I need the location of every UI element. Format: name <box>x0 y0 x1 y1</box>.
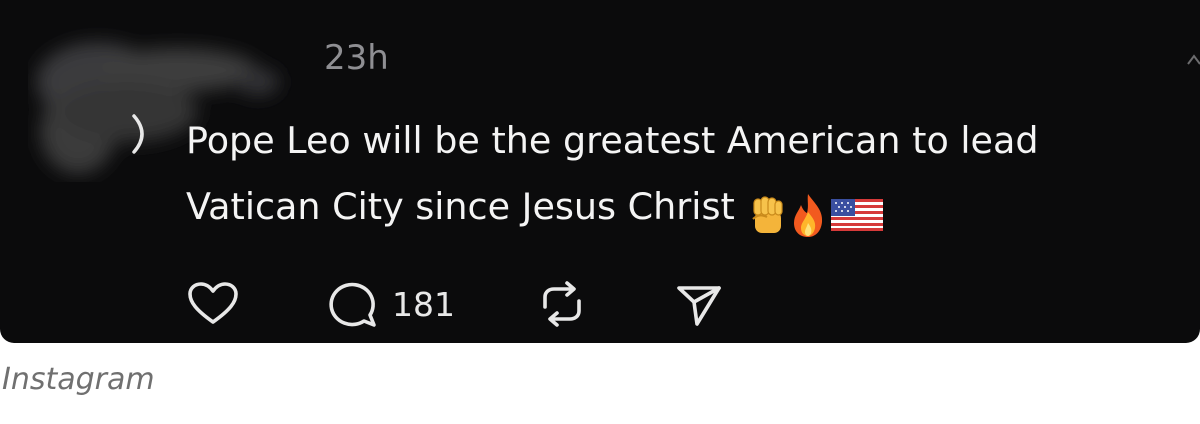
post-text: Pope Leo will be the greatest American t… <box>186 108 1176 246</box>
repost-icon <box>543 281 581 327</box>
post-emojis <box>747 180 887 246</box>
reply-button[interactable]: 181 <box>326 279 455 329</box>
share-button[interactable] <box>675 280 723 328</box>
threads-post-card: 23h Pope Leo will be the greatest Americ… <box>0 0 1200 343</box>
comment-icon <box>329 282 376 327</box>
share-icon <box>677 286 721 326</box>
us-flag-icon <box>830 198 883 231</box>
repost-button[interactable] <box>537 279 587 329</box>
scrollbar[interactable] <box>1182 0 1200 343</box>
thread-line-icon <box>132 114 144 154</box>
post-text-line-2-text: Vatican City since Jesus Christ <box>186 185 735 228</box>
post-timestamp: 23h <box>324 38 389 78</box>
like-button[interactable] <box>186 280 240 328</box>
post-actions: 181 <box>186 278 723 330</box>
post-text-line-1: Pope Leo will be the greatest American t… <box>186 119 1039 162</box>
fire-icon <box>793 193 822 237</box>
post-text-line-2: Vatican City since Jesus Christ <box>186 174 1176 246</box>
reply-count: 181 <box>392 284 455 324</box>
raised-fist-icon <box>752 195 783 233</box>
heart-icon <box>188 282 238 324</box>
image-source-caption: Instagram <box>2 362 155 397</box>
